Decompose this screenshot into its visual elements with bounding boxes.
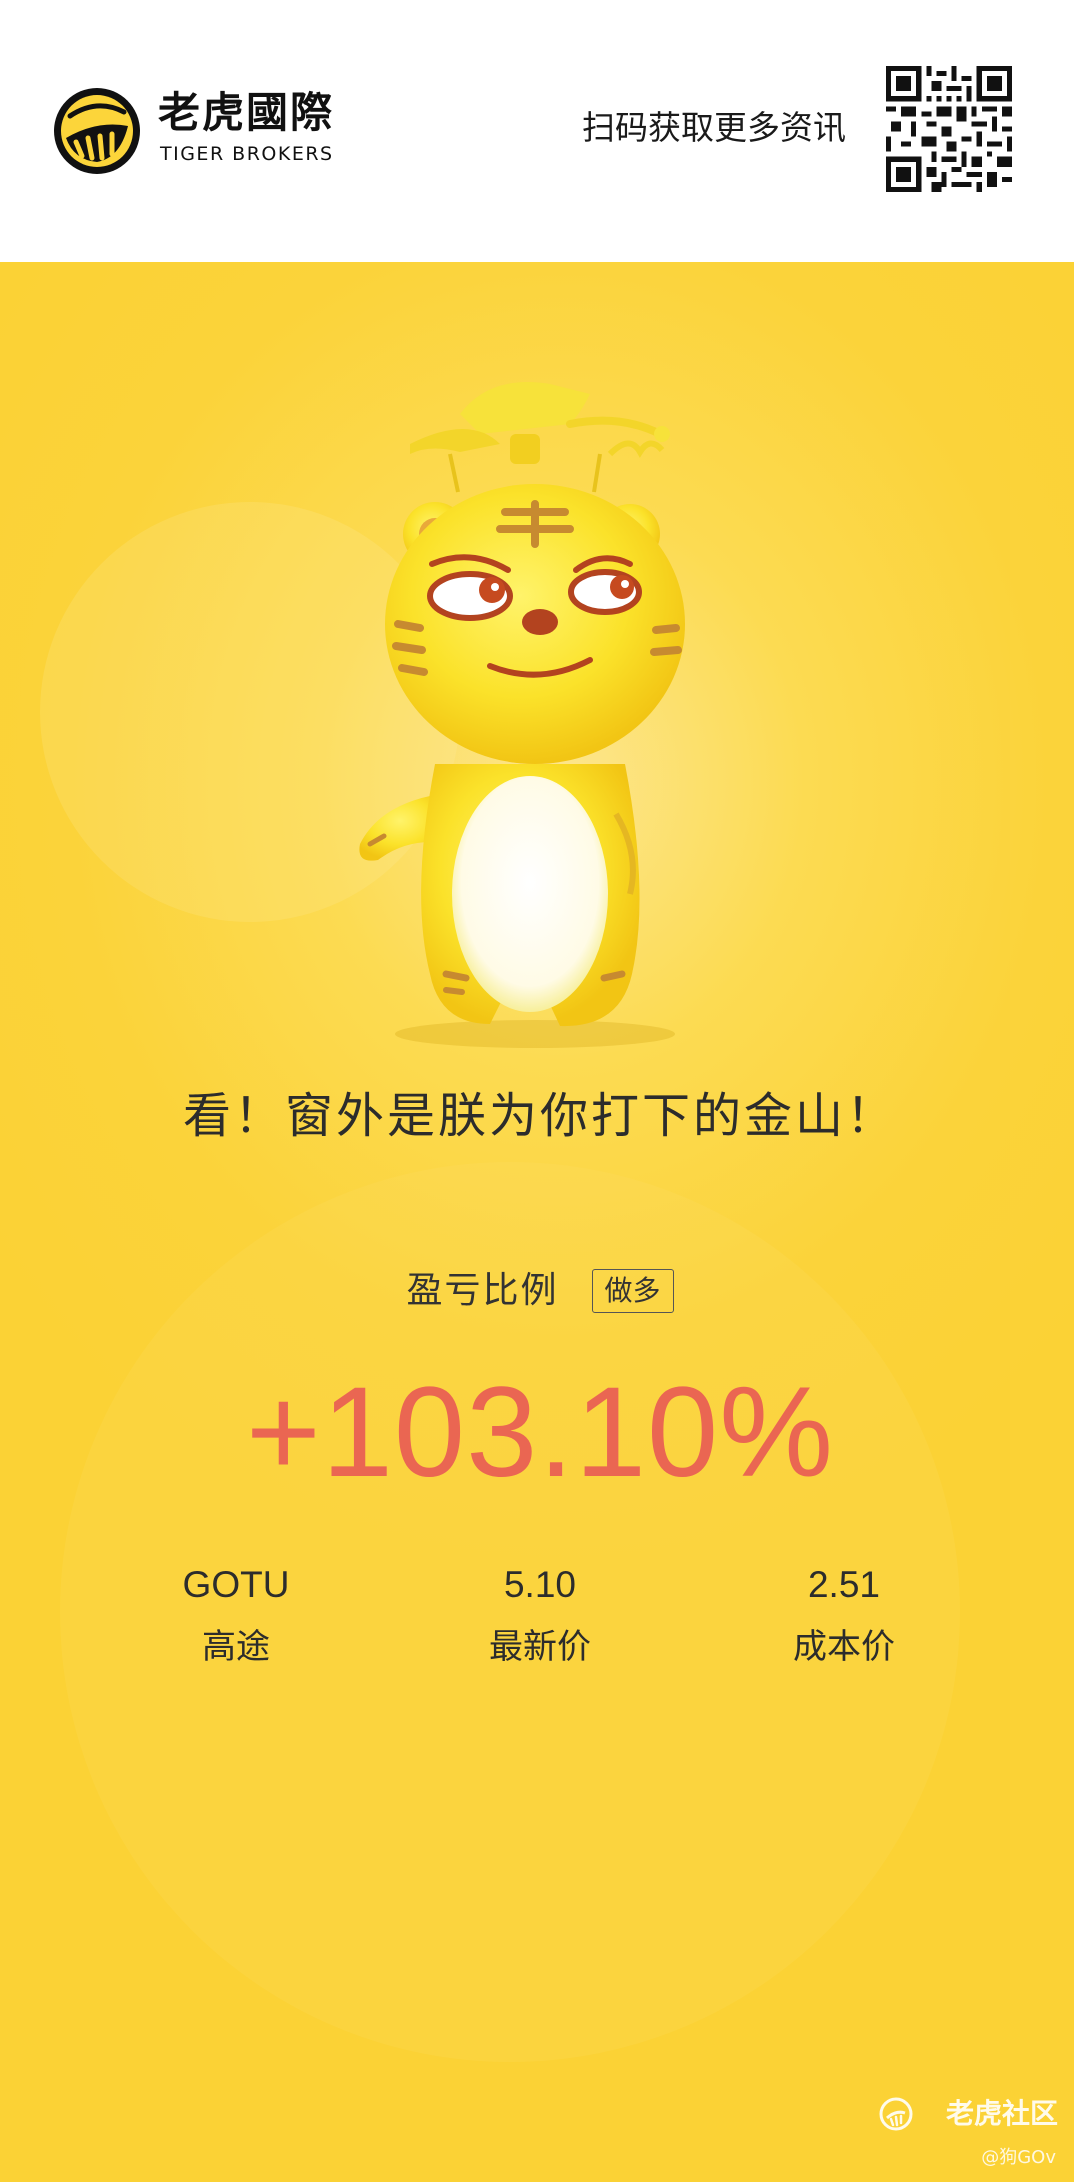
stat-symbol: GOTU 高途	[106, 1560, 366, 1670]
watermark-brand: 老虎社区	[945, 2097, 1058, 2130]
brand-name-cn: 老虎國際	[158, 88, 335, 137]
stock-stats: GOTU 高途 5.10 最新价 2.51 成本价	[0, 1560, 1080, 1700]
tiger-community-logo-icon	[879, 2097, 913, 2131]
tiger-stripe-logo-icon	[54, 88, 140, 174]
brand-name-en: TIGER BROKERS	[160, 143, 334, 165]
cost-price-label: 成本价	[793, 1627, 895, 1667]
stat-cost-price: 2.51 成本价	[714, 1560, 974, 1670]
community-watermark: 老虎社区	[858, 2092, 1058, 2136]
latest-price-label: 最新价	[489, 1627, 591, 1667]
slogan-text: 看！窗外是朕为你打下的金山！	[182, 1088, 897, 1144]
cost-price-value: 2.51	[807, 1564, 880, 1605]
poster-body: 看！窗外是朕为你打下的金山！ 盈亏比例 做多 +103.10% GOTU 高途 …	[0, 262, 1080, 2182]
share-poster-page: 老虎國際 TIGER BROKERS 扫码获取更多资讯 看！窗外是朕为你打下的金…	[0, 0, 1080, 2182]
profit-ratio-value: +103.10%	[245, 1361, 835, 1504]
position-direction-badge: 做多	[591, 1268, 674, 1313]
tiger-mascot-illustration	[359, 382, 685, 1048]
latest-price-value: 5.10	[503, 1564, 576, 1605]
stock-symbol: GOTU	[182, 1564, 290, 1605]
brand-logo: 老虎國際 TIGER BROKERS	[52, 86, 352, 176]
header-bar: 老虎國際 TIGER BROKERS 扫码获取更多资讯	[0, 0, 1080, 262]
profit-ratio-header: 盈亏比例 做多	[0, 1266, 1080, 1315]
qr-code-icon[interactable]	[886, 66, 1012, 192]
scan-prompt: 扫码获取更多资讯	[582, 108, 846, 147]
profit-ratio-label: 盈亏比例	[406, 1269, 559, 1311]
right-edge-strip	[1074, 262, 1080, 2182]
stat-latest-price: 5.10 最新价	[410, 1560, 670, 1670]
stock-name: 高途	[202, 1627, 270, 1667]
watermark-username: @狗GOv	[981, 2147, 1056, 2168]
